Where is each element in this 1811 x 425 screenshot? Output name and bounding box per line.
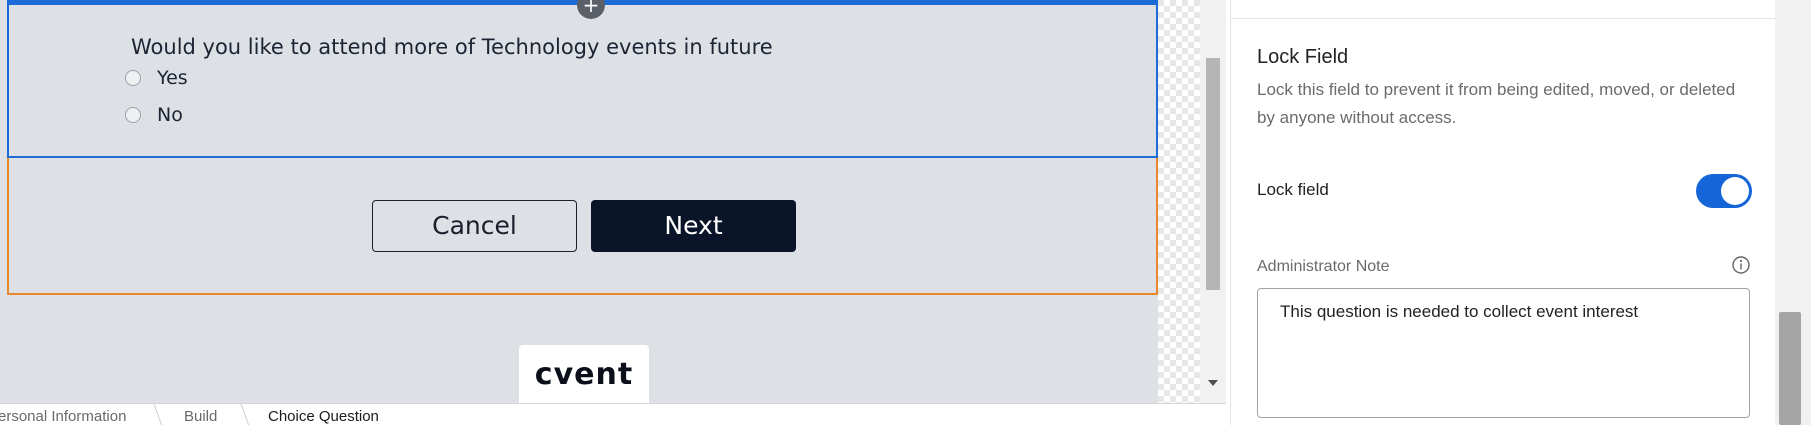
properties-panel: Lock Field Lock this field to prevent it… (1230, 0, 1776, 425)
breadcrumb-separator-icon (153, 404, 163, 425)
panel-scrollbar-thumb[interactable] (1779, 312, 1801, 425)
radio-button[interactable] (125, 107, 141, 123)
lock-field-toggle[interactable] (1696, 174, 1752, 208)
info-icon[interactable] (1731, 255, 1751, 275)
breadcrumb: Personal Information Build Choice Questi… (0, 403, 1226, 425)
cancel-button[interactable]: Cancel (372, 200, 577, 252)
cvent-logo: cvent (519, 345, 649, 405)
canvas-scrollbar-thumb[interactable] (1206, 58, 1220, 290)
form-canvas: + Would you like to attend more of Techn… (0, 0, 1210, 405)
breadcrumb-item[interactable]: Build (184, 408, 217, 425)
option-label: Yes (157, 67, 188, 89)
next-button[interactable]: Next (591, 200, 796, 252)
navigation-block[interactable]: Cancel Next (7, 158, 1158, 295)
scroll-down-arrow-icon[interactable] (1208, 380, 1218, 386)
administrator-note-label: Administrator Note (1257, 258, 1390, 275)
radio-button[interactable] (125, 70, 141, 86)
option-no[interactable]: No (125, 104, 183, 126)
canvas-scrollbar[interactable] (1200, 0, 1226, 403)
lock-field-label: Lock field (1257, 180, 1329, 199)
app-root: + Would you like to attend more of Techn… (0, 0, 1811, 425)
section-description: Lock this field to prevent it from being… (1257, 80, 1736, 127)
breadcrumb-current: Choice Question (268, 408, 379, 425)
section-title: Lock Field (1257, 46, 1349, 68)
toggle-knob (1721, 177, 1749, 205)
breadcrumb-item[interactable]: Personal Information (0, 408, 126, 425)
panel-scrollbar[interactable] (1775, 0, 1811, 425)
breadcrumb-separator-icon (240, 404, 250, 425)
choice-question-block[interactable]: + Would you like to attend more of Techn… (7, 0, 1158, 158)
add-icon[interactable]: + (577, 0, 605, 19)
option-yes[interactable]: Yes (125, 67, 188, 89)
panel-divider (1231, 18, 1776, 19)
question-text: Would you like to attend more of Technol… (131, 35, 773, 59)
logo-text: cvent (534, 357, 634, 392)
option-label: No (157, 104, 183, 126)
administrator-note-field[interactable]: This question is needed to collect event… (1257, 288, 1750, 418)
